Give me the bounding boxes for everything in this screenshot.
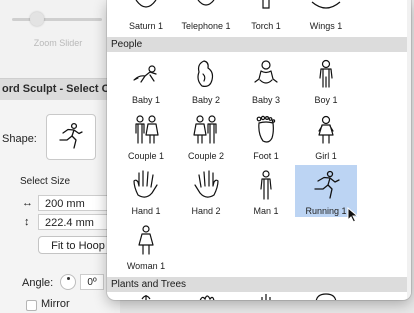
angle-field[interactable]: 0º (80, 274, 104, 290)
angle-dial[interactable] (60, 274, 76, 290)
girl-icon (318, 115, 334, 144)
zoom-slider-track[interactable] (12, 18, 102, 21)
shape-cell-woman-1[interactable]: Woman 1 (115, 220, 177, 272)
mirror-checkbox[interactable] (26, 300, 37, 311)
shape-cell-wings[interactable]: Wings 1 (295, 0, 357, 35)
shape-label-boy-1: Boy 1 (314, 95, 338, 105)
baby-curled-icon (197, 60, 214, 87)
window-title-bar: ord Sculpt - Select C (0, 78, 120, 102)
boy-icon (319, 59, 333, 88)
section-header-people: People (107, 37, 407, 52)
fit-to-hoop-button[interactable]: Fit to Hoop (38, 236, 118, 254)
shape-cell-girl-1[interactable]: Girl 1 (295, 110, 357, 162)
picker-scrollbar[interactable] (407, 0, 411, 300)
shape-cell-foot-1[interactable]: Foot 1 (235, 110, 297, 162)
zoom-slider-label: Zoom Slider (33, 38, 83, 48)
couple-2-icon (193, 115, 217, 144)
telephone-icon (197, 0, 215, 6)
width-arrow-icon: ↔ (22, 197, 33, 209)
shape-cell-boy-1[interactable]: Boy 1 (295, 54, 357, 106)
shape-label: Shape: (2, 133, 37, 145)
mirror-label: Mirror (41, 298, 70, 310)
section-header-plants-and-trees: Plants and Trees (107, 277, 407, 292)
width-field[interactable]: 200 mm (38, 195, 118, 211)
height-arrow-icon: ↕ (24, 216, 30, 228)
shape-cell-man-1[interactable]: Man 1 (235, 165, 297, 217)
shape-cell-baby-1[interactable]: Baby 1 (115, 54, 177, 106)
shape-cell-saturn[interactable]: Saturn 1 (115, 0, 177, 35)
running-person-icon (314, 170, 340, 199)
running-person-icon (59, 122, 83, 149)
shape-cell-plant-1[interactable] (115, 293, 177, 300)
foot-icon (256, 115, 276, 143)
shape-picker-popup: Saturn 1 Telephone 1 Torch 1 Wings 1 Peo… (107, 0, 411, 300)
window-title: ord Sculpt - Select C (2, 83, 110, 95)
shape-cell-baby-2[interactable]: Baby 2 (175, 54, 237, 106)
couple-1-icon (135, 115, 159, 144)
plant-3-icon (261, 294, 271, 300)
height-field[interactable]: 222.4 mm (38, 214, 118, 230)
hand-1-icon (133, 170, 158, 198)
shape-selector-button[interactable] (46, 114, 96, 160)
shape-cell-couple-1[interactable]: Couple 1 (115, 110, 177, 162)
zoom-slider-area: Zoom Slider (0, 0, 120, 78)
man-icon (260, 170, 272, 200)
woman-icon (138, 225, 154, 255)
plant-4-icon (315, 293, 337, 300)
shape-cell-baby-3[interactable]: Baby 3 (235, 54, 297, 106)
angle-label: Angle: (22, 277, 54, 289)
shape-label-girl-1: Girl 1 (315, 151, 337, 161)
shape-label-wings: Wings 1 (309, 21, 343, 31)
shape-cell-hand-1[interactable]: Hand 1 (115, 165, 177, 217)
shape-cell-plant-3[interactable] (235, 293, 297, 300)
select-size-label: Select Size (20, 176, 71, 187)
shape-cell-plant-4[interactable] (295, 293, 357, 300)
shape-label-woman-1: Woman 1 (126, 261, 166, 271)
zoom-slider-knob[interactable] (30, 12, 44, 26)
plant-2-icon (199, 295, 215, 300)
torch-icon (262, 0, 270, 9)
hand-2-icon (194, 170, 219, 198)
shape-cell-torch[interactable]: Torch 1 (235, 0, 297, 35)
wings-icon (311, 1, 341, 9)
shape-cell-hand-2[interactable]: Hand 2 (175, 165, 237, 217)
shape-cell-telephone[interactable]: Telephone 1 (175, 0, 237, 35)
baby-sitting-icon (254, 60, 278, 84)
saturn-icon (135, 0, 157, 8)
shape-cell-plant-2[interactable] (175, 293, 237, 300)
mouse-cursor-icon (347, 207, 359, 223)
plant-1-icon (141, 295, 151, 300)
baby-crawling-icon (133, 65, 157, 83)
shape-cell-couple-2[interactable]: Couple 2 (175, 110, 237, 162)
